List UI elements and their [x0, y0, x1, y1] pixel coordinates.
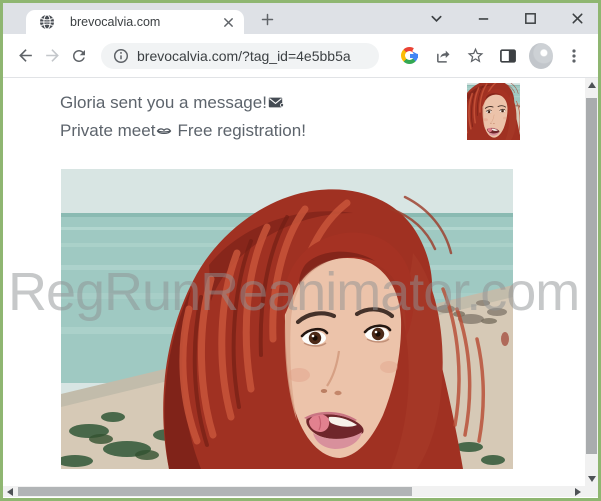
browser-toolbar: brevocalvia.com/?tag_id=4e5bb5a [3, 34, 598, 78]
watermark-text: RegRunReanimator.com [8, 261, 579, 323]
scroll-up-arrow-icon[interactable] [585, 78, 598, 92]
scrollbar-corner [585, 486, 598, 497]
message-line-1[interactable]: Gloria sent you a message! [60, 89, 306, 117]
tab-close-icon[interactable] [220, 14, 236, 30]
scroll-left-arrow-icon[interactable] [3, 486, 17, 497]
page-content: Gloria sent you a message! Private meet … [3, 78, 598, 497]
info-icon[interactable] [113, 48, 129, 64]
plus-icon [260, 12, 275, 27]
vertical-scrollbar[interactable] [585, 78, 598, 486]
browser-tab[interactable]: brevocalvia.com [26, 10, 244, 34]
scroll-down-arrow-icon[interactable] [585, 472, 598, 486]
back-button[interactable] [13, 44, 37, 68]
url-text[interactable]: brevocalvia.com/?tag_id=4e5bb5a [137, 48, 367, 64]
tab-title: brevocalvia.com [70, 15, 220, 29]
reload-button[interactable] [67, 44, 91, 68]
message-line-2[interactable]: Private meet Free registration! [60, 117, 306, 145]
forward-button[interactable] [40, 44, 64, 68]
globe-favicon-icon [39, 14, 55, 30]
love-letter-icon [268, 96, 285, 111]
vertical-scrollbar-thumb[interactable] [586, 98, 597, 454]
tab-bar: brevocalvia.com [3, 3, 598, 34]
address-bar[interactable]: brevocalvia.com/?tag_id=4e5bb5a [101, 43, 379, 69]
horizontal-scrollbar[interactable] [3, 486, 585, 497]
toolbar-actions [397, 44, 586, 68]
new-tab-button[interactable] [255, 7, 279, 31]
profile-avatar[interactable] [529, 44, 553, 68]
window-controls [424, 3, 589, 34]
profile-thumbnail-photo[interactable] [467, 83, 520, 140]
minimize-button[interactable] [471, 7, 495, 31]
menu-dots-icon[interactable] [562, 44, 586, 68]
chevron-down-icon[interactable] [424, 7, 448, 31]
push-message: Gloria sent you a message! Private meet … [60, 89, 306, 145]
side-panel-icon[interactable] [496, 44, 520, 68]
kiss-mark-icon [156, 125, 172, 137]
bookmark-star-icon[interactable] [463, 44, 487, 68]
browser-window: brevocalvia.com [0, 0, 601, 501]
close-window-button[interactable] [565, 7, 589, 31]
message-line2-suffix: Free registration! [177, 117, 306, 145]
message-title: Gloria sent you a message! [60, 89, 267, 117]
google-logo-icon[interactable] [397, 44, 421, 68]
scroll-right-arrow-icon[interactable] [571, 486, 585, 497]
share-icon[interactable] [430, 44, 454, 68]
maximize-button[interactable] [518, 7, 542, 31]
horizontal-scrollbar-thumb[interactable] [18, 487, 412, 496]
message-line2-prefix: Private meet [60, 117, 155, 145]
